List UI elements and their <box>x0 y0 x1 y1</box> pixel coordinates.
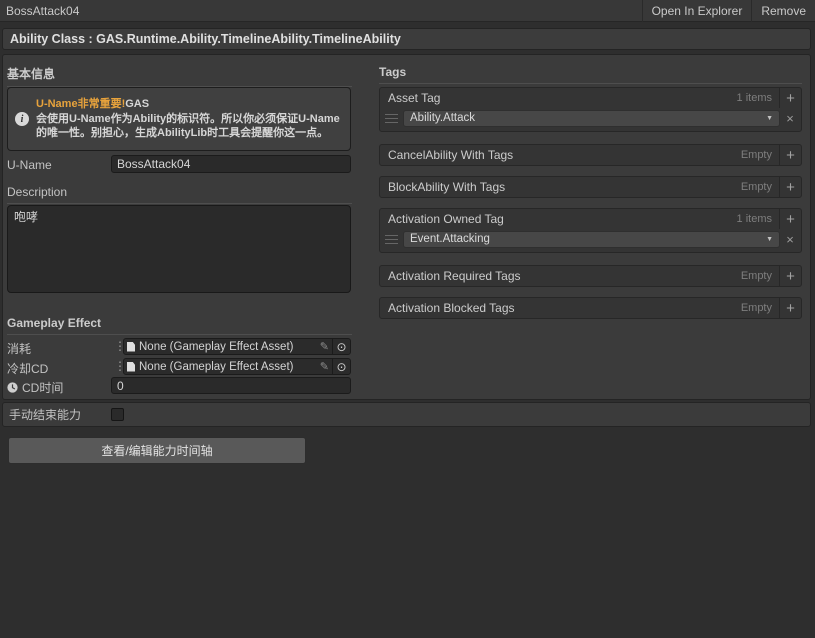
manual-end-checkbox[interactable] <box>111 408 124 421</box>
edit-timeline-button[interactable]: 查看/编辑能力时间轴 <box>8 437 306 464</box>
clock-icon <box>7 382 18 393</box>
description-label: Description <box>7 185 352 204</box>
remove-tag-button[interactable]: × <box>780 232 800 247</box>
asset-file-icon <box>127 361 135 372</box>
tag-group-header: Asset Tag 1 items + <box>380 88 801 108</box>
gameplay-effect-section-title: Gameplay Effect <box>7 316 352 335</box>
cost-object-value: None (Gameplay Effect Asset) <box>139 340 294 353</box>
cost-object-field[interactable]: None (Gameplay Effect Asset) ✎ ⊙ <box>123 338 351 355</box>
window-title: BossAttack04 <box>6 3 80 18</box>
cooldown-object-value: None (Gameplay Effect Asset) <box>139 360 294 373</box>
edit-pencil-icon[interactable]: ✎ <box>317 340 332 353</box>
edit-pencil-icon[interactable]: ✎ <box>317 360 332 373</box>
tag-group-label: Asset Tag <box>388 91 441 105</box>
tag-group-label: CancelAbility With Tags <box>388 148 514 162</box>
basic-info-section-title: 基本信息 <box>7 65 352 87</box>
remove-button[interactable]: Remove <box>751 0 815 22</box>
tag-dropdown[interactable]: Ability.Attack ▼ <box>403 109 780 127</box>
asset-file-icon <box>127 341 135 352</box>
add-tag-button[interactable]: + <box>779 298 801 318</box>
add-tag-button[interactable]: + <box>779 266 801 286</box>
info-icon-wrap: i <box>8 112 36 126</box>
tag-item-row: Event.Attacking ▼ × <box>380 229 801 251</box>
cooldown-object-field[interactable]: None (Gameplay Effect Asset) ✎ ⊙ <box>123 358 351 375</box>
tag-group-label: Activation Blocked Tags <box>388 301 515 315</box>
uname-label: U-Name <box>7 158 52 172</box>
tag-group-header: Activation Required Tags Empty + <box>380 266 801 286</box>
cd-time-label: CD时间 <box>22 381 64 395</box>
manual-end-row: 手动结束能力 <box>2 402 811 427</box>
tag-dropdown-value: Ability.Attack <box>410 112 475 124</box>
ability-class-bar: Ability Class : GAS.Runtime.Ability.Time… <box>2 28 811 50</box>
uname-help-title-rest: GAS <box>125 98 150 111</box>
tag-group-label: BlockAbility With Tags <box>388 180 506 194</box>
uname-help-highlight: U-Name非常重要! <box>36 98 126 111</box>
tag-group-activation-required: Activation Required Tags Empty + <box>379 265 802 287</box>
chevron-down-icon: ▼ <box>766 114 773 122</box>
titlebar: BossAttack04 Open In Explorer Remove <box>0 0 815 22</box>
tag-group-count: 1 items <box>736 213 772 225</box>
tag-group-header: Activation Blocked Tags Empty + <box>380 298 801 318</box>
tag-group-activation-blocked: Activation Blocked Tags Empty + <box>379 297 802 319</box>
add-tag-button[interactable]: + <box>779 209 801 229</box>
object-picker-icon[interactable]: ⊙ <box>333 360 350 374</box>
add-tag-button[interactable]: + <box>779 88 801 108</box>
tag-group-count: 1 items <box>736 92 772 104</box>
add-tag-button[interactable]: + <box>779 177 801 197</box>
manual-end-label: 手动结束能力 <box>9 408 82 422</box>
tag-group-count: Empty <box>740 270 772 282</box>
tag-group-block-ability: BlockAbility With Tags Empty + <box>379 176 802 198</box>
tag-dropdown[interactable]: Event.Attacking ▼ <box>403 230 780 248</box>
tag-group-header: Activation Owned Tag 1 items + <box>380 209 801 229</box>
tag-group-activation-owned: Activation Owned Tag 1 items + Event.Att… <box>379 208 802 253</box>
description-textarea[interactable]: 咆哮 <box>7 205 351 293</box>
uname-help-body: 会使用U-Name作为Ability的标识符。所以你必须保证U-Name的唯一性… <box>36 112 340 140</box>
drag-handle-icon[interactable] <box>385 113 398 123</box>
tags-section-title: Tags <box>379 65 802 84</box>
uname-help-text: U-Name非常重要!GAS 会使用U-Name作为Ability的标识符。所以… <box>36 97 350 141</box>
add-tag-button[interactable]: + <box>779 145 801 165</box>
open-in-explorer-button[interactable]: Open In Explorer <box>641 0 752 22</box>
cd-time-label-row: CD时间 <box>7 379 63 396</box>
tag-item-row: Ability.Attack ▼ × <box>380 108 801 130</box>
info-icon: i <box>15 112 29 126</box>
cooldown-label: 冷却CD <box>7 362 49 376</box>
cost-label: 消耗 <box>7 342 32 356</box>
uname-help-box: i U-Name非常重要!GAS 会使用U-Name作为Ability的标识符。… <box>7 87 351 151</box>
chevron-down-icon: ▼ <box>766 235 773 243</box>
tag-group-count: Empty <box>740 149 772 161</box>
tag-group-count: Empty <box>740 181 772 193</box>
uname-input[interactable]: BossAttack04 <box>111 155 351 173</box>
object-picker-icon[interactable]: ⊙ <box>333 340 350 354</box>
drag-handle-icon[interactable] <box>385 234 398 244</box>
remove-tag-button[interactable]: × <box>780 111 800 126</box>
cd-time-input[interactable]: 0 <box>111 377 351 394</box>
tag-group-asset-tag: Asset Tag 1 items + Ability.Attack ▼ × <box>379 87 802 132</box>
tag-group-label: Activation Required Tags <box>388 269 521 283</box>
tag-group-cancel-ability: CancelAbility With Tags Empty + <box>379 144 802 166</box>
tag-group-count: Empty <box>740 302 772 314</box>
tag-dropdown-value: Event.Attacking <box>410 233 490 245</box>
tag-group-header: BlockAbility With Tags Empty + <box>380 177 801 197</box>
tag-group-label: Activation Owned Tag <box>388 212 504 226</box>
inspector-panel: 基本信息 i U-Name非常重要!GAS 会使用U-Name作为Ability… <box>2 54 811 400</box>
tag-group-header: CancelAbility With Tags Empty + <box>380 145 801 165</box>
